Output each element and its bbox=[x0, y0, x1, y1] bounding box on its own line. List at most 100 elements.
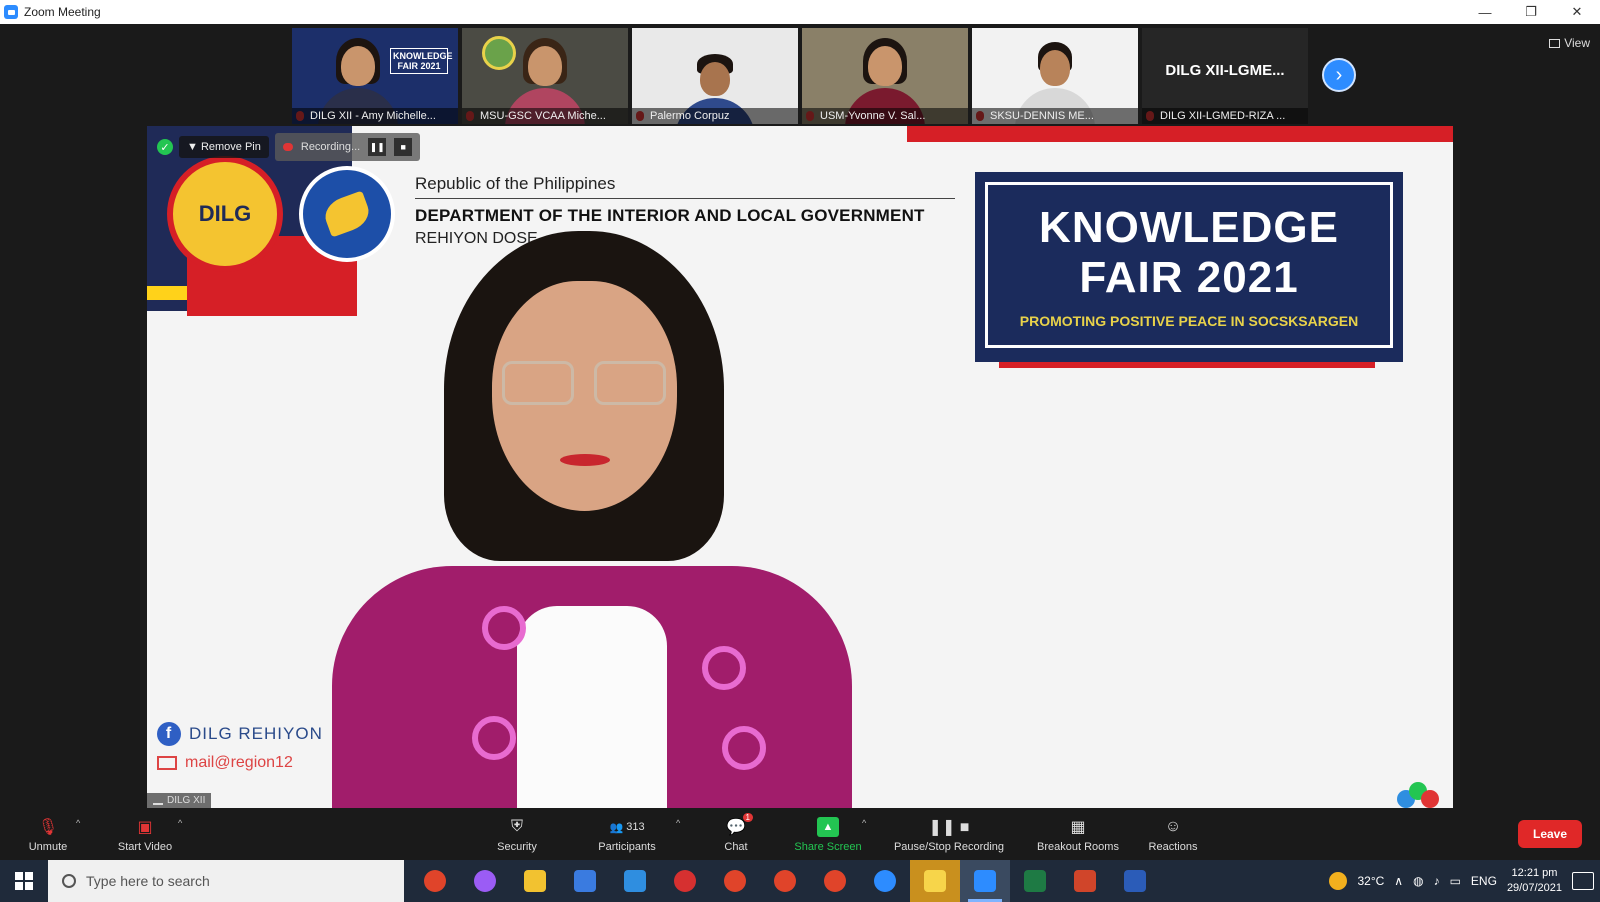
leave-button[interactable]: Leave bbox=[1518, 820, 1582, 848]
participant-name: MSU-GSC VCAA Miche... bbox=[462, 108, 628, 124]
meeting-toolbar: 🎙 Unmute ^ ▣ Start Video ^ ⛨ Security 👥 … bbox=[0, 810, 1600, 860]
start-video-button[interactable]: ▣ Start Video bbox=[110, 810, 180, 860]
language[interactable]: ENG bbox=[1471, 874, 1497, 888]
minimize-button[interactable]: — bbox=[1462, 0, 1508, 24]
sticky-notes-app-icon[interactable] bbox=[910, 860, 960, 902]
network-icon[interactable]: ◍ bbox=[1413, 874, 1423, 888]
audio-options-caret[interactable]: ^ bbox=[76, 818, 80, 828]
clock-time: 12:21 pm bbox=[1511, 867, 1558, 879]
zoom-app-icon[interactable] bbox=[960, 860, 1010, 902]
slide-republic-text: Republic of the Philippines bbox=[415, 174, 616, 193]
banner-title-line1: KNOWLEDGE bbox=[1039, 203, 1339, 252]
share-screen-icon: ▲ bbox=[817, 817, 839, 837]
shield-icon: ⛨ bbox=[510, 818, 523, 835]
participant-tile[interactable]: DILG XII-LGME... DILG XII-LGMED-RIZA ... bbox=[1142, 28, 1308, 124]
chrome-app-icon[interactable] bbox=[410, 860, 460, 902]
chat-button[interactable]: 💬 1 Chat bbox=[712, 810, 760, 860]
chrome-profile-icon[interactable] bbox=[810, 860, 860, 902]
facebook-icon: f bbox=[157, 722, 181, 746]
chrome-profile-icon[interactable] bbox=[760, 860, 810, 902]
chat-icon: 💬 1 bbox=[725, 813, 753, 837]
restore-button[interactable]: ❐ bbox=[1508, 0, 1554, 24]
temperature[interactable]: 32°C bbox=[1357, 874, 1384, 888]
slide-divider bbox=[415, 198, 955, 199]
video-off-icon: ▣ bbox=[137, 819, 153, 836]
remove-pin-button[interactable]: ▼ Remove Pin bbox=[179, 136, 269, 158]
share-options-caret[interactable]: ^ bbox=[862, 818, 866, 828]
participant-tile[interactable]: SKSU-DENNIS ME... bbox=[972, 28, 1138, 124]
taskbar-apps bbox=[410, 860, 1160, 902]
word-app-icon[interactable] bbox=[1110, 860, 1160, 902]
battery-icon[interactable]: ▭ bbox=[1450, 874, 1461, 888]
view-button[interactable]: View bbox=[1549, 36, 1590, 50]
facebook-text: DILG REHIYON bbox=[189, 724, 323, 743]
pause-recording-button[interactable]: ❚❚ bbox=[368, 138, 387, 156]
next-page-button[interactable]: › bbox=[1322, 58, 1356, 92]
participant-tile[interactable]: MSU-GSC VCAA Miche... bbox=[462, 28, 628, 124]
start-button[interactable] bbox=[0, 860, 48, 902]
file-explorer-app-icon[interactable] bbox=[510, 860, 560, 902]
speaker-shirt bbox=[517, 606, 667, 808]
chevron-up-icon[interactable]: ∧ bbox=[1394, 874, 1403, 888]
facebook-row: f DILG REHIYON bbox=[157, 722, 323, 746]
participant-tile[interactable]: KNOWLEDGE FAIR 2021 DILG XII - Amy Miche… bbox=[292, 28, 458, 124]
seal-text: DILG bbox=[198, 201, 252, 226]
volume-icon[interactable]: ♪ bbox=[1434, 874, 1440, 888]
system-tray: 32°C ∧ ◍ ♪ ▭ ENG 12:21 pm 29/07/2021 bbox=[1329, 860, 1600, 902]
participants-caret[interactable]: ^ bbox=[676, 818, 680, 828]
participant-face bbox=[341, 46, 376, 86]
slide-red-bar bbox=[907, 126, 1453, 142]
chevron-right-icon: › bbox=[1335, 63, 1343, 86]
jacket-swirl bbox=[722, 726, 766, 770]
participant-tile[interactable]: USM-Yvonne V. Sal... bbox=[802, 28, 968, 124]
recording-indicator: Recording... ❚❚ ■ bbox=[274, 133, 421, 161]
participant-name: USM-Yvonne V. Sal... bbox=[802, 108, 968, 124]
taskbar-clock[interactable]: 12:21 pm 29/07/2021 bbox=[1507, 866, 1562, 896]
reactions-button[interactable]: ☺ Reactions bbox=[1140, 810, 1206, 860]
share-screen-label: Share Screen bbox=[794, 841, 862, 853]
store-app-icon[interactable] bbox=[560, 860, 610, 902]
meeting-area: KNOWLEDGE FAIR 2021 DILG XII - Amy Miche… bbox=[0, 24, 1600, 810]
pause-stop-recording-button[interactable]: ❚❚ ■ Pause/Stop Recording bbox=[882, 810, 1016, 860]
security-button[interactable]: ⛨ Security bbox=[482, 810, 552, 860]
seal-icon bbox=[482, 36, 516, 70]
chat-badge: 1 bbox=[742, 813, 753, 822]
thumb-slide-text: KNOWLEDGE FAIR 2021 bbox=[390, 48, 453, 74]
screen-recorder-app-icon[interactable] bbox=[660, 860, 710, 902]
banner-title-line2: FAIR 2021 bbox=[1079, 253, 1299, 302]
excel-app-icon[interactable] bbox=[1010, 860, 1060, 902]
messenger-app-icon[interactable] bbox=[460, 860, 510, 902]
pin-controls: ✓ ▼ Remove Pin Recording... ❚❚ ■ bbox=[147, 133, 421, 161]
taskbar-search[interactable]: Type here to search bbox=[48, 860, 404, 902]
recording-cloud-icon bbox=[282, 143, 293, 151]
window-controls: — ❐ ✕ bbox=[1462, 0, 1600, 24]
slide-yellow-block bbox=[147, 286, 187, 300]
unmute-button[interactable]: 🎙 Unmute bbox=[24, 810, 72, 860]
pin-icon: ▼ bbox=[187, 141, 201, 153]
participant-name: DILG XII-LGMED-RIZA ... bbox=[1142, 108, 1308, 124]
corner-logo-icon bbox=[1397, 782, 1441, 808]
calendar-app-icon[interactable] bbox=[610, 860, 660, 902]
windows-taskbar: Type here to search 32°C ∧ ◍ ♪ ▭ ENG 12:… bbox=[0, 860, 1600, 902]
close-button[interactable]: ✕ bbox=[1554, 0, 1600, 24]
banner-underline bbox=[999, 362, 1375, 368]
speaker-video bbox=[332, 226, 892, 808]
video-options-caret[interactable]: ^ bbox=[178, 818, 182, 828]
slide-department-text: DEPARTMENT OF THE INTERIOR AND LOCAL GOV… bbox=[415, 206, 925, 225]
speaker-name-label: DILG XII bbox=[147, 793, 212, 808]
main-video[interactable]: DILG ✓ ▼ Remove Pin Recording... ❚❚ ■ Re… bbox=[147, 126, 1453, 808]
participant-face bbox=[1040, 50, 1070, 86]
powerpoint-app-icon[interactable] bbox=[1060, 860, 1110, 902]
drive-app-icon[interactable] bbox=[860, 860, 910, 902]
participants-button[interactable]: 👥 313 Participants bbox=[586, 810, 668, 860]
participant-tile[interactable]: Palermo Corpuz bbox=[632, 28, 798, 124]
share-screen-button[interactable]: ▲ Share Screen bbox=[784, 810, 872, 860]
stop-recording-button[interactable]: ■ bbox=[394, 138, 413, 156]
weather-sun-icon[interactable] bbox=[1329, 872, 1348, 890]
participants-label: Participants bbox=[598, 841, 656, 853]
chat-label: Chat bbox=[724, 841, 748, 853]
notification-icon[interactable] bbox=[1572, 872, 1594, 890]
chrome-profile-icon[interactable] bbox=[710, 860, 760, 902]
breakout-rooms-button[interactable]: ▦ Breakout Rooms bbox=[1028, 810, 1128, 860]
smiley-icon: ☺ bbox=[1164, 818, 1182, 835]
